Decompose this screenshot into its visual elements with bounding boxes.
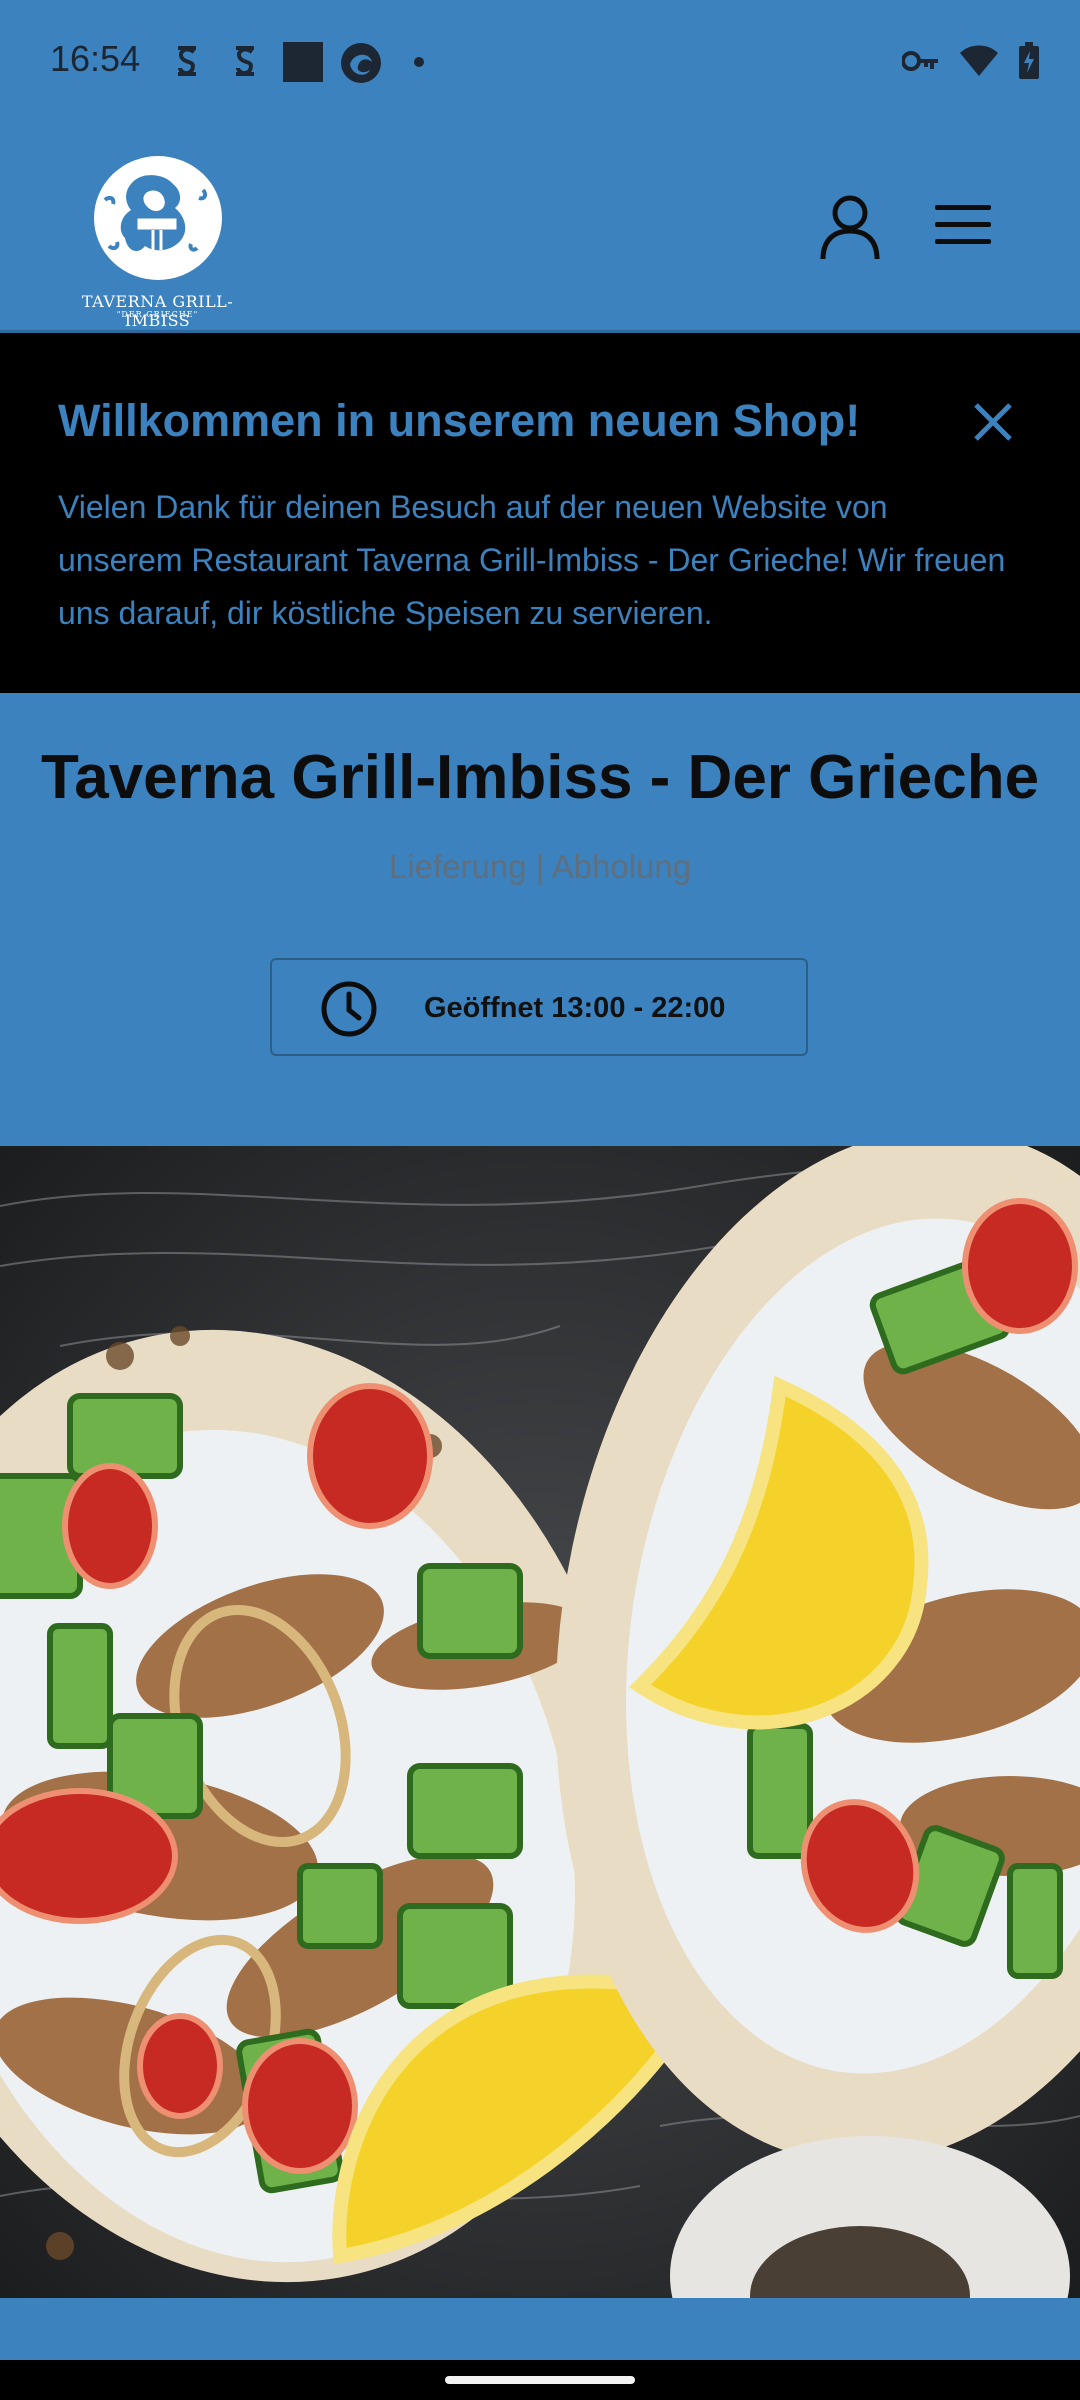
app-square-icon: [283, 42, 323, 82]
key-icon: [902, 51, 938, 71]
opening-hours-button[interactable]: Geöffnet 13:00 - 22:00: [270, 958, 808, 1056]
logo-subtext: "DER GRIECHE": [116, 310, 199, 319]
welcome-banner: Willkommen in unserem neuen Shop! Vielen…: [0, 333, 1080, 693]
restaurant-name: Taverna Grill-Imbiss - Der Grieche: [40, 743, 1040, 812]
dot-icon: [414, 57, 424, 67]
service-modes: Lieferung | Abholung: [388, 848, 692, 885]
clock-icon: [321, 981, 377, 1037]
app-circle-icon: [341, 43, 381, 83]
banner-text: Vielen Dank für deinen Besuch auf der ne…: [58, 489, 1006, 631]
home-gesture-handle[interactable]: [445, 2376, 635, 2384]
opening-hours-label: Geöffnet 13:00 - 22:00: [424, 992, 726, 1024]
status-right-icons: [902, 42, 1040, 80]
close-icon[interactable]: [972, 401, 1014, 443]
site-header: TAVERNA GRILL-IMBISS "DER GRIECHE": [0, 125, 1080, 333]
notification-s-icon: [236, 46, 254, 76]
logo-emblem-icon: [94, 156, 222, 280]
banner-title: Willkommen in unserem neuen Shop!: [58, 395, 861, 446]
notification-s-icon: [178, 46, 196, 76]
battery-charging-icon: [1019, 42, 1039, 79]
system-navigation-bar: [0, 2360, 1080, 2400]
status-bar: 16:54: [0, 0, 1080, 125]
wifi-icon: [960, 45, 998, 76]
gyros-pita-photo: [0, 1146, 1080, 2298]
restaurant-logo[interactable]: TAVERNA GRILL-IMBISS "DER GRIECHE": [65, 150, 250, 330]
hamburger-menu-icon[interactable]: [935, 203, 991, 247]
status-time: 16:54: [50, 38, 141, 79]
user-icon[interactable]: [820, 195, 880, 261]
hero-image: [0, 1146, 1080, 2298]
